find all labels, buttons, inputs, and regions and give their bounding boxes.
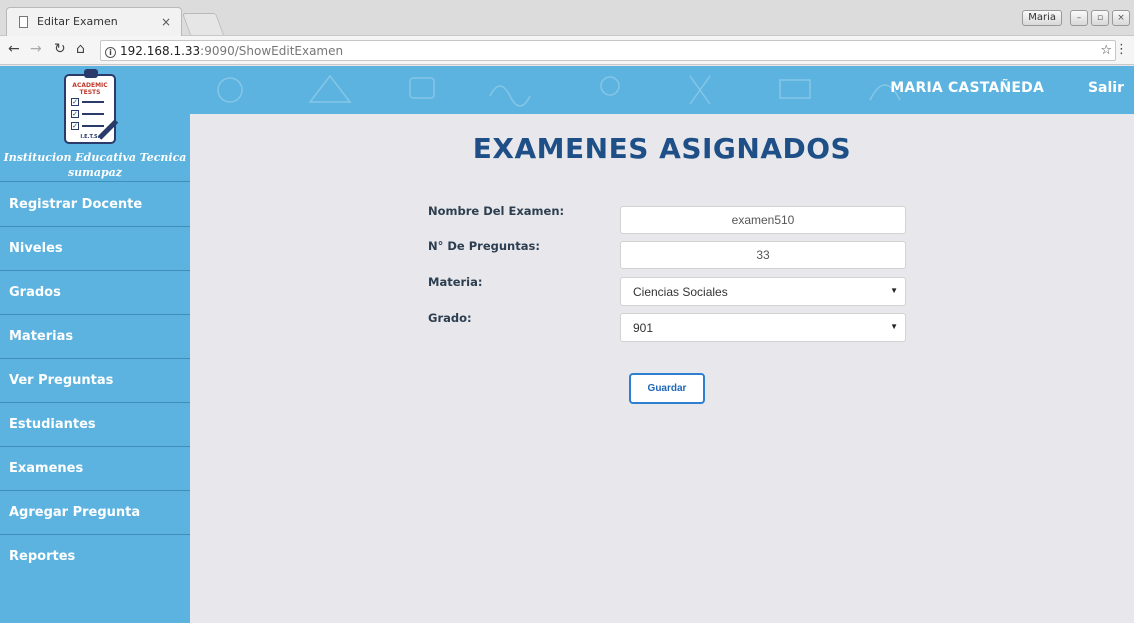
- logo-area: ACADEMIC TESTS ✓ ✓ ✓ I.E.T.S. Institucio…: [0, 66, 190, 182]
- school-name-line2: sumapaz: [67, 166, 123, 179]
- sidebar-item-reportes[interactable]: Reportes: [0, 535, 190, 579]
- back-icon[interactable]: ←: [8, 41, 20, 57]
- dropdown-arrow-icon: ▼: [890, 286, 898, 295]
- profile-button[interactable]: Maria: [1022, 10, 1062, 26]
- sidebar-item-grados[interactable]: Grados: [0, 271, 190, 315]
- preguntas-input[interactable]: [620, 241, 906, 269]
- browser-tab[interactable]: Editar Examen ×: [6, 7, 182, 36]
- sidebar-menu: Registrar Docente Niveles Grados Materia…: [0, 183, 190, 579]
- nombre-label: Nombre Del Examen:: [428, 204, 565, 218]
- form-row-nombre: Nombre Del Examen:: [428, 204, 908, 234]
- sidebar: ACADEMIC TESTS ✓ ✓ ✓ I.E.T.S. Institucio…: [0, 66, 190, 623]
- logo-line: [82, 101, 104, 103]
- home-icon[interactable]: ⌂: [76, 41, 85, 57]
- menu-kebab-icon[interactable]: ⋮: [1115, 42, 1128, 57]
- nombre-input[interactable]: [620, 206, 906, 234]
- preguntas-label: N° De Preguntas:: [428, 239, 540, 253]
- grado-select[interactable]: 901 ▼: [620, 313, 906, 342]
- user-name[interactable]: MARIA CASTAÑEDA: [890, 80, 1044, 96]
- forward-icon[interactable]: →: [30, 41, 42, 57]
- school-logo: ACADEMIC TESTS ✓ ✓ ✓ I.E.T.S.: [64, 69, 119, 144]
- grado-selected-value: 901: [633, 321, 654, 335]
- tab-close-icon[interactable]: ×: [161, 15, 171, 29]
- reload-icon[interactable]: ↻: [54, 41, 66, 57]
- bookmark-star-icon[interactable]: ☆: [1100, 43, 1112, 58]
- sidebar-item-agregar-pregunta[interactable]: Agregar Pregunta: [0, 491, 190, 535]
- school-name: Institucion Educativa Tecnica sumapaz: [0, 150, 190, 180]
- page-title: EXAMENES ASIGNADOS: [472, 132, 852, 165]
- minimize-icon[interactable]: –: [1070, 10, 1088, 26]
- materia-label: Materia:: [428, 275, 483, 289]
- clipboard-clip: [84, 69, 98, 78]
- logo-footer-text: I.E.T.S.: [80, 134, 100, 140]
- url-bar[interactable]: i 192.168.1.33:9090/ShowEditExamen: [100, 40, 1116, 61]
- logo-brand-text: ACADEMIC TESTS: [72, 82, 108, 96]
- app-root: MARIA CASTAÑEDA Salir ACADEMIC TESTS ✓ ✓…: [0, 66, 1134, 623]
- maximize-icon[interactable]: ▫: [1091, 10, 1109, 26]
- checkbox-icon: ✓: [71, 110, 79, 118]
- sidebar-item-registrar-docente[interactable]: Registrar Docente: [0, 183, 190, 227]
- checkbox-icon: ✓: [71, 122, 79, 130]
- new-tab-button[interactable]: [181, 13, 225, 35]
- document-icon: [19, 16, 28, 28]
- logo-line: [82, 113, 104, 115]
- browser-toolbar: ← → ↻ ⌂ i 192.168.1.33:9090/ShowEditExame…: [0, 36, 1134, 65]
- checkbox-icon: ✓: [71, 98, 79, 106]
- form-row-grado: Grado: 901 ▼: [428, 311, 908, 342]
- save-button[interactable]: Guardar: [629, 373, 705, 404]
- materia-selected-value: Ciencias Sociales: [633, 285, 728, 299]
- form-row-preguntas: N° De Preguntas:: [428, 239, 908, 269]
- sidebar-item-materias[interactable]: Materias: [0, 315, 190, 359]
- grado-label: Grado:: [428, 311, 472, 325]
- sidebar-item-estudiantes[interactable]: Estudiantes: [0, 403, 190, 447]
- dropdown-arrow-icon: ▼: [890, 322, 898, 331]
- sidebar-item-ver-preguntas[interactable]: Ver Preguntas: [0, 359, 190, 403]
- tab-title: Editar Examen: [37, 15, 118, 28]
- browser-tabstrip: Editar Examen × Maria – ▫ ×: [0, 0, 1134, 36]
- sidebar-item-examenes[interactable]: Examenes: [0, 447, 190, 491]
- url-host: 192.168.1.33: [120, 44, 201, 58]
- logout-link[interactable]: Salir: [1088, 80, 1124, 96]
- main-content: EXAMENES ASIGNADOS Nombre Del Examen: N°…: [190, 114, 1134, 623]
- url-path: :9090/ShowEditExamen: [200, 44, 344, 58]
- sidebar-item-niveles[interactable]: Niveles: [0, 227, 190, 271]
- close-window-icon[interactable]: ×: [1112, 10, 1130, 26]
- school-name-line1: Institucion Educativa Tecnica: [3, 151, 187, 164]
- window-controls: – ▫ ×: [1070, 10, 1130, 26]
- info-icon[interactable]: i: [105, 47, 116, 58]
- materia-select[interactable]: Ciencias Sociales ▼: [620, 277, 906, 306]
- logo-line: [82, 125, 104, 127]
- form-row-materia: Materia: Ciencias Sociales ▼: [428, 275, 908, 306]
